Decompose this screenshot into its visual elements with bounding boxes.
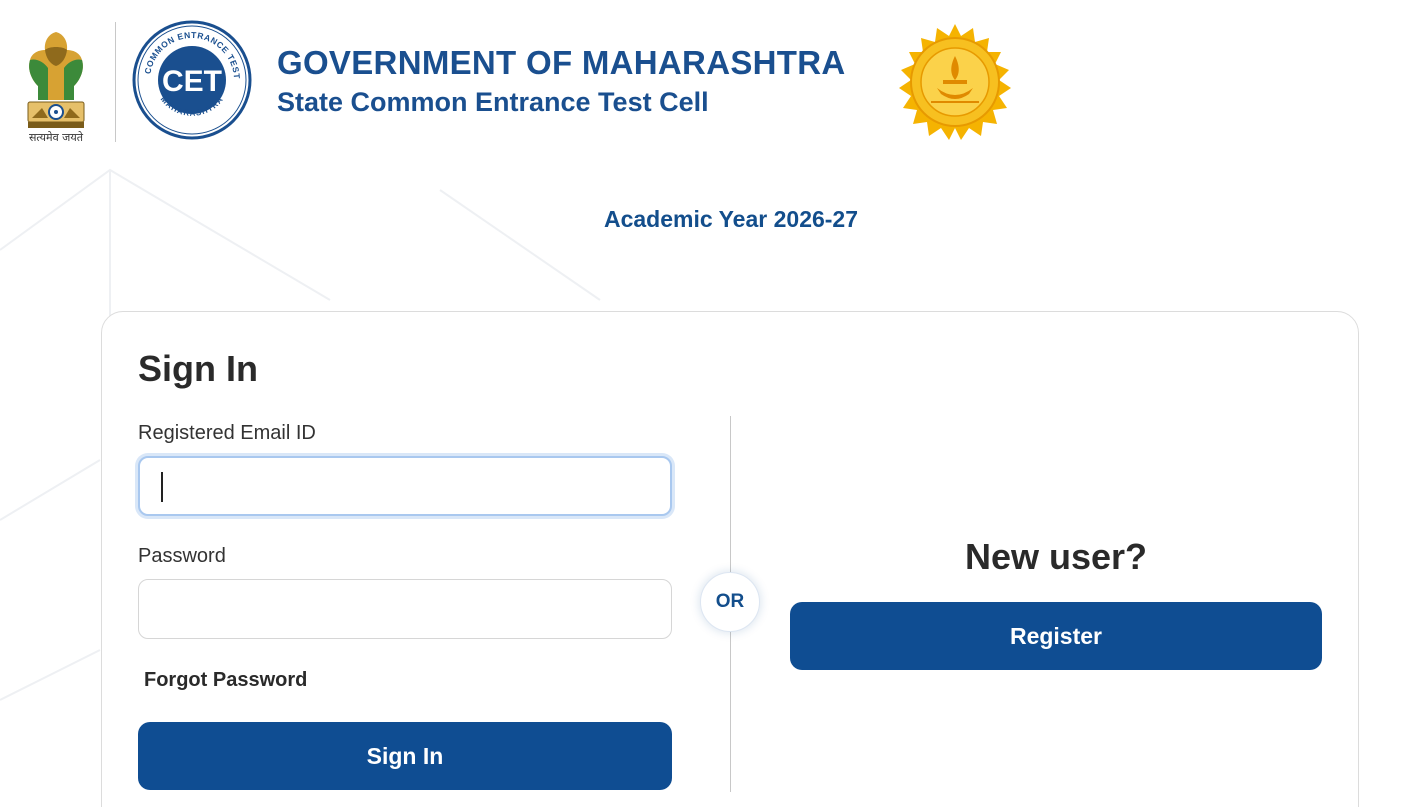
login-card: Sign In Registered Email ID Password For… [101, 311, 1359, 807]
password-label: Password [138, 545, 226, 567]
or-badge: OR [700, 572, 760, 632]
government-title: GOVERNMENT OF MAHARASHTRA [277, 44, 846, 81]
forgot-password-link[interactable]: Forgot Password [144, 669, 307, 692]
maharashtra-seal-icon [899, 24, 1011, 140]
password-input[interactable] [138, 579, 672, 639]
government-subtitle: State Common Entrance Test Cell [277, 87, 709, 117]
email-label: Registered Email ID [138, 422, 316, 444]
national-emblem-icon [27, 32, 85, 128]
new-user-title: New user? [964, 536, 1148, 577]
text-caret [161, 472, 163, 502]
cet-logo-text: CET [162, 65, 222, 98]
signin-title: Sign In [138, 348, 258, 389]
academic-year: Academic Year 2026-27 [603, 206, 859, 232]
cet-logo-icon: STATE COMMON ENTRANCE TEST CELL MAHARASH… [132, 20, 252, 140]
email-input[interactable] [138, 456, 672, 516]
page-header: सत्यमेव जयते STATE COMMON ENTRANCE TEST … [0, 0, 1410, 160]
emblem-motto: सत्यमेव जयते [28, 131, 83, 144]
register-button[interactable]: Register [790, 602, 1322, 670]
header-divider [115, 22, 116, 142]
signin-button[interactable]: Sign In [138, 722, 672, 790]
